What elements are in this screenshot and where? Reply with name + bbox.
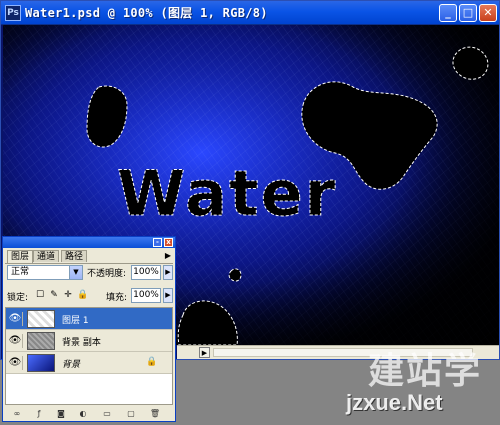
opacity-input[interactable]: 100% — [131, 265, 161, 280]
chevron-down-icon[interactable]: ▼ — [69, 266, 82, 279]
opacity-slider-arrow-icon[interactable]: ▶ — [163, 265, 173, 280]
new-group-icon[interactable]: ▭ — [101, 409, 113, 419]
photoshop-icon: Ps — [5, 5, 21, 21]
blend-opacity-row: 正常 ▼ 不透明度: 100% ▶ — [7, 265, 173, 281]
layer-style-icon[interactable]: ƒ — [33, 409, 45, 419]
canvas-water-text: Water — [117, 157, 337, 230]
document-title: Water1.psd @ 100% (图层 1, RGB/8) — [25, 6, 268, 20]
lock-image-icon[interactable]: ✎ — [49, 290, 59, 300]
eye-icon[interactable]: 👁 — [8, 312, 23, 326]
new-layer-icon[interactable]: ▢ — [125, 409, 137, 419]
fill-input[interactable]: 100% — [131, 288, 161, 303]
workspace-background — [176, 360, 500, 425]
lock-position-icon[interactable]: ✛ — [63, 290, 73, 300]
layer-row-background-copy[interactable]: 👁 背景 副本 — [6, 330, 172, 352]
lock-transparency-icon[interactable]: ☐ — [35, 290, 45, 300]
layer-mask-icon[interactable]: ◙ — [55, 409, 67, 419]
layer-thumbnail — [27, 332, 55, 350]
layer-name: 图层 1 — [62, 316, 89, 326]
maximize-button[interactable]: □ — [459, 4, 477, 22]
opacity-label: 不透明度: — [87, 269, 127, 279]
layer-row-background[interactable]: 👁 背景 🔒 — [6, 352, 172, 374]
minimize-button[interactable]: _ — [439, 4, 457, 22]
eye-icon[interactable]: 👁 — [8, 356, 23, 370]
layer-list: 👁 图层 1 👁 背景 副本 👁 背景 🔒 — [5, 307, 173, 405]
document-titlebar[interactable]: Ps Water1.psd @ 100% (图层 1, RGB/8) _ □ ✕ — [1, 1, 499, 25]
horizontal-scrollbar[interactable]: ▶ — [177, 345, 499, 359]
link-layers-icon[interactable]: ∞ — [11, 409, 23, 419]
panel-tabs: 图层 通道 路径 ▶ — [5, 250, 173, 264]
panel-footer: ∞ ƒ ◙ ◐ ▭ ▢ 🗑 — [5, 407, 173, 421]
panel-minimize-button[interactable]: - — [153, 238, 162, 247]
lock-fill-row: 锁定: ☐ ✎ ✛ 🔒 填充: 100% ▶ — [7, 288, 173, 304]
layer-thumbnail — [27, 310, 55, 328]
layer-thumbnail — [27, 354, 55, 372]
layers-panel-titlebar[interactable]: - x — [3, 237, 175, 248]
blend-mode-select[interactable]: 正常 ▼ — [7, 265, 83, 280]
layer-name: 背景 — [62, 360, 81, 370]
fill-slider-arrow-icon[interactable]: ▶ — [163, 288, 173, 303]
panel-menu-arrow-icon[interactable]: ▶ — [163, 251, 173, 261]
trash-icon[interactable]: 🗑 — [149, 409, 161, 419]
close-button[interactable]: ✕ — [479, 4, 497, 22]
blend-mode-value: 正常 — [11, 267, 30, 277]
lock-all-icon[interactable]: 🔒 — [77, 290, 88, 300]
adjustment-layer-icon[interactable]: ◐ — [77, 409, 89, 419]
horizontal-scroll-track[interactable] — [213, 348, 473, 357]
layer-row-layer-1[interactable]: 👁 图层 1 — [6, 308, 172, 330]
lock-icon: 🔒 — [146, 357, 158, 367]
tab-channels[interactable]: 通道 — [33, 250, 60, 262]
tab-paths[interactable]: 路径 — [61, 250, 88, 262]
fill-label: 填充: — [106, 293, 128, 303]
tab-layers[interactable]: 图层 — [7, 250, 34, 263]
lock-label: 锁定: — [7, 293, 29, 303]
layer-name: 背景 副本 — [62, 338, 101, 348]
scroll-right-arrow-icon[interactable]: ▶ — [199, 347, 210, 358]
panel-close-button[interactable]: x — [164, 238, 173, 247]
layers-panel: - x 图层 通道 路径 ▶ 正常 ▼ 不透明度: 100% ▶ 锁定: ☐ ✎… — [2, 236, 176, 422]
eye-icon[interactable]: 👁 — [8, 334, 23, 348]
